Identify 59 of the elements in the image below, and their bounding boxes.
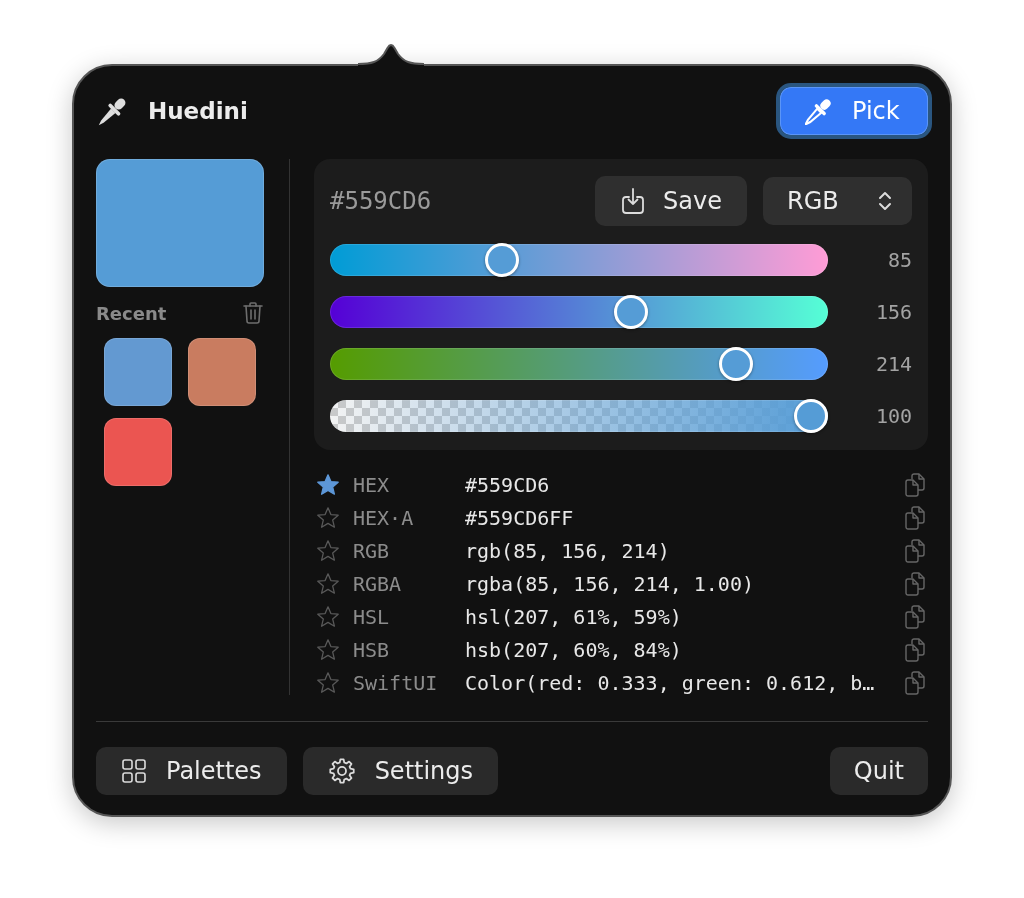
recent-heading: Recent (96, 302, 167, 324)
star-icon[interactable] (317, 540, 339, 561)
star-icon[interactable] (317, 606, 339, 627)
star-icon[interactable] (317, 672, 339, 693)
copy-icon[interactable] (905, 637, 925, 662)
slider-thumb[interactable] (484, 243, 519, 277)
slider-track[interactable] (330, 348, 828, 380)
channel-value: 100 (874, 404, 912, 428)
copy-icon[interactable] (905, 472, 925, 497)
format-value: rgb(85, 156, 214) (465, 538, 671, 563)
format-label: HEX·A (353, 505, 415, 530)
slider-thumb[interactable] (719, 347, 754, 381)
color-swatch-icon[interactable] (104, 338, 172, 406)
channel-value: 156 (874, 300, 912, 324)
star-icon[interactable] (317, 507, 339, 528)
quit-button[interactable]: Quit (829, 747, 928, 795)
slider-track[interactable] (330, 296, 828, 328)
format-value: Color(red: 0.333, green: 0.612, b… (465, 670, 876, 695)
color-model-dropdown[interactable]: RGB (763, 177, 912, 225)
format-label: HEX (353, 472, 391, 497)
eyedropper-icon (98, 96, 128, 126)
settings-button[interactable]: Settings (302, 747, 499, 795)
channel-value: 214 (874, 352, 912, 376)
hex-field[interactable]: #559CD6 (330, 187, 432, 215)
star-icon[interactable] (317, 573, 339, 594)
app-title: Huedini (148, 98, 248, 124)
format-value: #559CD6 (465, 472, 551, 497)
pick-button[interactable]: Pick (776, 83, 932, 139)
palettes-button[interactable]: Palettes (96, 747, 287, 795)
trash-icon[interactable] (243, 302, 263, 324)
save-button[interactable]: Save (595, 176, 747, 226)
format-value: #559CD6FF (465, 505, 575, 530)
eyedropper-icon (805, 97, 833, 125)
format-label: SwiftUI (353, 670, 439, 695)
copy-icon[interactable] (905, 505, 925, 530)
format-value: hsl(207, 61%, 59%) (465, 604, 683, 629)
format-label: HSL (353, 604, 391, 629)
color-swatch-icon[interactable] (104, 418, 172, 486)
chevron-up-down-icon (878, 190, 892, 212)
slider-thumb[interactable] (613, 295, 648, 329)
star-icon[interactable] (317, 474, 339, 495)
format-label: RGBA (353, 571, 403, 596)
settings-icon (328, 758, 355, 784)
star-icon[interactable] (317, 639, 339, 660)
format-value: hsb(207, 60%, 84%) (465, 637, 683, 662)
format-label: HSB (353, 637, 391, 662)
format-value: rgba(85, 156, 214, 1.00) (465, 571, 755, 596)
color-swatch-icon[interactable] (188, 338, 256, 406)
format-label: RGB (353, 538, 391, 563)
copy-icon[interactable] (905, 538, 925, 563)
copy-icon[interactable] (905, 571, 925, 596)
copy-icon[interactable] (905, 604, 925, 629)
slider-track[interactable] (330, 244, 828, 276)
slider-track[interactable] (330, 400, 828, 432)
slider-thumb[interactable] (794, 399, 828, 433)
copy-icon[interactable] (905, 670, 925, 695)
grid-icon (122, 759, 146, 783)
channel-value: 85 (886, 248, 912, 272)
download-icon (622, 188, 644, 214)
